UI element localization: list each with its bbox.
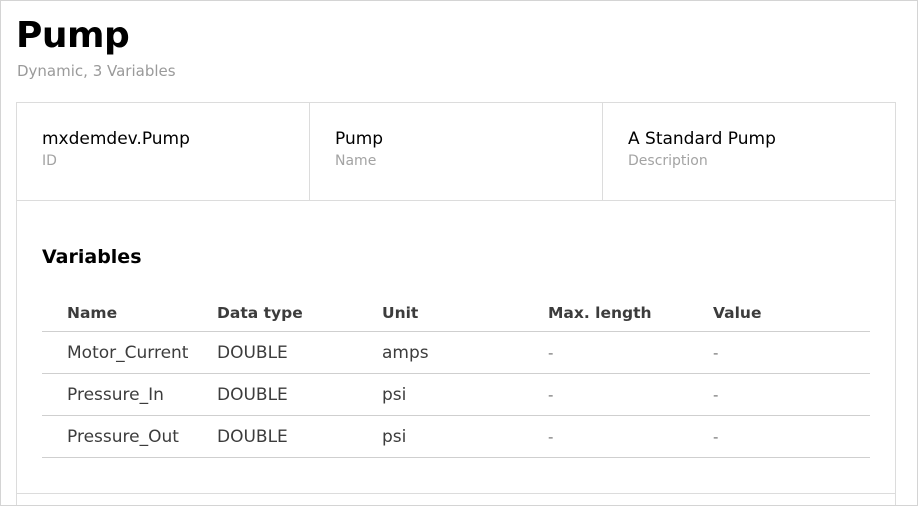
table-row[interactable]: Pressure_In DOUBLE psi - -: [42, 373, 870, 416]
property-name: Pump Name: [310, 103, 603, 200]
cell-unit: psi: [382, 373, 548, 416]
cell-value: -: [713, 331, 870, 374]
property-id: mxdemdev.Pump ID: [17, 103, 310, 200]
cell-name: Pressure_Out: [42, 415, 217, 458]
column-header-unit[interactable]: Unit: [382, 295, 548, 332]
cell-max-length: -: [548, 373, 713, 416]
column-header-name[interactable]: Name: [42, 295, 217, 332]
property-description: A Standard Pump Description: [603, 103, 895, 200]
asset-type-panel: Pump Dynamic, 3 Variables mxdemdev.Pump …: [0, 0, 918, 506]
page-title: Pump: [16, 15, 130, 56]
cell-max-length: -: [548, 331, 713, 374]
cell-value: -: [713, 415, 870, 458]
property-label: Description: [628, 153, 708, 169]
section-divider: [17, 493, 895, 494]
cell-data-type: DOUBLE: [217, 331, 382, 374]
section-title: Variables: [42, 246, 142, 268]
cell-unit: amps: [382, 331, 548, 374]
properties-row: mxdemdev.Pump ID Pump Name A Standard Pu…: [17, 103, 895, 201]
page-subtitle: Dynamic, 3 Variables: [17, 62, 176, 80]
column-header-max-length[interactable]: Max. length: [548, 295, 713, 332]
cell-name: Motor_Current: [42, 331, 217, 374]
cell-data-type: DOUBLE: [217, 373, 382, 416]
table-row[interactable]: Pressure_Out DOUBLE psi - -: [42, 415, 870, 458]
column-header-value[interactable]: Value: [713, 295, 870, 332]
variables-table: Name Data type Unit Max. length Value Mo…: [42, 295, 870, 458]
table-header-row: Name Data type Unit Max. length Value: [42, 295, 870, 332]
table-row[interactable]: Motor_Current DOUBLE amps - -: [42, 331, 870, 374]
cell-data-type: DOUBLE: [217, 415, 382, 458]
cell-name: Pressure_In: [42, 373, 217, 416]
property-value: Pump: [335, 129, 384, 149]
property-label: ID: [42, 153, 57, 169]
property-value: mxdemdev.Pump: [42, 129, 190, 149]
property-value: A Standard Pump: [628, 129, 776, 149]
column-header-data-type[interactable]: Data type: [217, 295, 382, 332]
cell-max-length: -: [548, 415, 713, 458]
details-card: mxdemdev.Pump ID Pump Name A Standard Pu…: [16, 102, 896, 505]
cell-unit: psi: [382, 415, 548, 458]
property-label: Name: [335, 153, 377, 169]
variables-section: Variables Name Data type Unit Max. lengt…: [17, 201, 895, 458]
cell-value: -: [713, 373, 870, 416]
